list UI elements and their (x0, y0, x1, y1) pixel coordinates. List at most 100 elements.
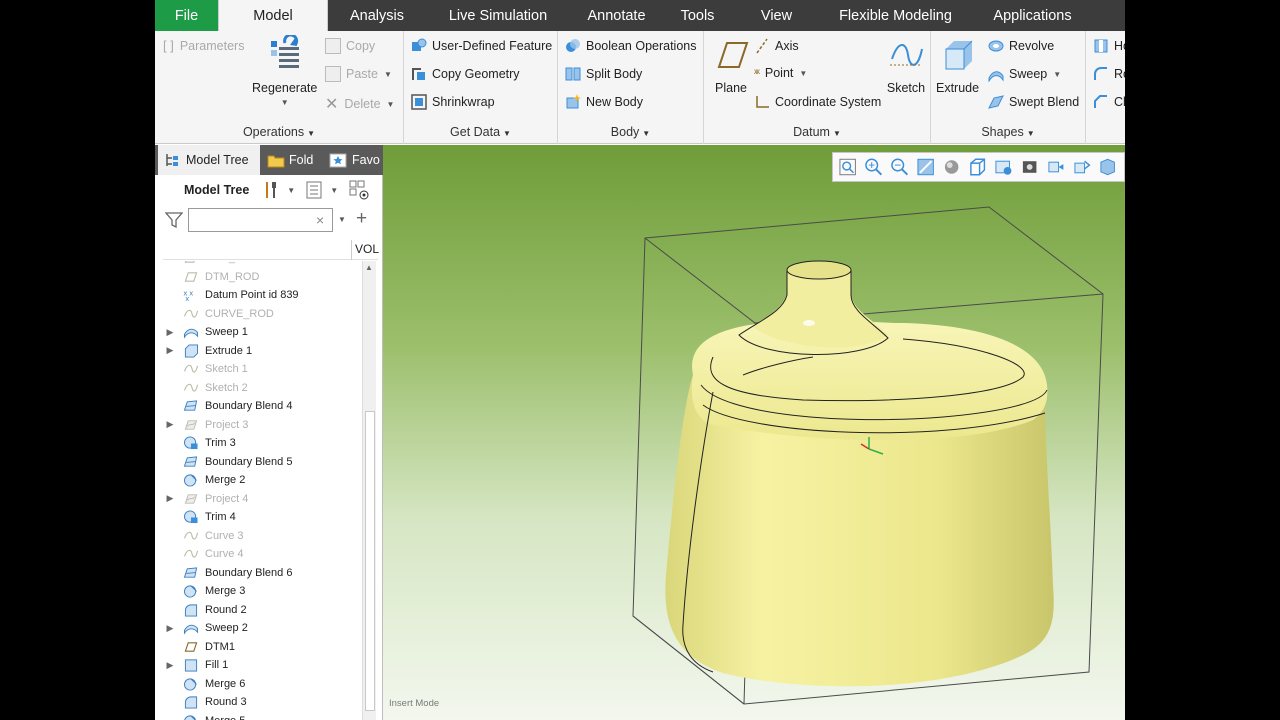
tree-search-input[interactable] (188, 208, 333, 232)
expand-arrow-icon[interactable]: ▶ (163, 623, 177, 634)
tree-item[interactable]: Trim 4 (163, 508, 351, 527)
column-vol-header[interactable]: VOL (355, 242, 379, 256)
sketch-button[interactable]: Sketch (886, 35, 926, 95)
tree-item[interactable]: Merge 3 (163, 582, 351, 601)
split-body-button[interactable]: Split Body (565, 66, 642, 82)
tree-item[interactable]: ▶ Fill 1 (163, 656, 351, 675)
clear-search-icon[interactable]: × (316, 212, 324, 228)
tab-analysis[interactable]: Analysis (328, 0, 426, 31)
repaint-icon[interactable] (916, 157, 935, 177)
zoom-out-icon[interactable] (890, 157, 909, 177)
copy-button[interactable]: Copy (325, 38, 375, 54)
show-columns-icon[interactable] (305, 180, 323, 200)
tab-model[interactable]: Model (218, 0, 328, 31)
body-group-label[interactable]: Body ▼ (558, 125, 703, 139)
shapes-group-label[interactable]: Shapes ▼ (931, 125, 1085, 139)
plane-button[interactable]: Plane (711, 35, 751, 95)
tree-item[interactable]: Boundary Blend 4 (163, 397, 351, 416)
axis-button[interactable]: Axis (754, 38, 799, 54)
operations-group-label[interactable]: Operations ▼ (155, 125, 403, 139)
sweep-button[interactable]: Sweep ▼ (988, 66, 1061, 82)
tree-item[interactable]: Boundary Blend 6 (163, 564, 351, 583)
expand-arrow-icon[interactable]: ▶ (163, 419, 177, 430)
graphics-viewport[interactable]: Insert Mode (383, 145, 1125, 720)
view-manager-icon[interactable] (994, 157, 1013, 177)
new-body-button[interactable]: New Body (565, 94, 643, 110)
datum-display-icon[interactable] (1072, 157, 1091, 177)
expand-arrow-icon[interactable]: ▶ (163, 493, 177, 504)
spin-center-icon[interactable] (1098, 157, 1117, 177)
tab-flexible-modeling[interactable]: Flexible Modeling (821, 0, 970, 31)
extrude-button[interactable]: Extrude (936, 35, 979, 95)
tab-live-simulation[interactable]: Live Simulation (426, 0, 570, 31)
tree-scrollbar[interactable]: ▲ (362, 261, 376, 720)
coordinate-system-button[interactable]: Coordinate System (754, 94, 881, 110)
column-separator[interactable] (351, 240, 352, 260)
datum-group-label[interactable]: Datum ▼ (704, 125, 930, 139)
tree-item[interactable]: ▶ Project 3 (163, 416, 351, 435)
tree-settings-dropdown-icon[interactable]: ▼ (287, 186, 295, 195)
tree-item[interactable]: x x x Datum Point id 839 (163, 286, 351, 305)
saved-orientations-icon[interactable] (968, 157, 987, 177)
tree-item[interactable]: ▶ Sweep 1 (163, 323, 351, 342)
shrinkwrap-button[interactable]: Shrinkwrap (411, 94, 495, 110)
revolve-button[interactable]: Revolve (988, 38, 1054, 54)
tree-item[interactable]: ▶ Sweep 2 (163, 619, 351, 638)
refit-icon[interactable] (838, 157, 857, 177)
tree-settings-icon[interactable] (261, 180, 281, 200)
tree-item[interactable]: Curve 3 (163, 527, 351, 546)
tree-item[interactable]: Curve 4 (163, 545, 351, 564)
tree-item[interactable]: Merge 5 (163, 712, 351, 720)
tab-file[interactable]: File (155, 0, 218, 31)
tree-item[interactable]: Sketch 2 (163, 379, 351, 398)
tab-folder-browser[interactable]: Fold (261, 145, 316, 175)
user-defined-feature-button[interactable]: User-Defined Feature (411, 38, 552, 54)
tree-item[interactable]: Round 3 (163, 693, 351, 712)
tab-model-tree[interactable]: Model Tree (158, 145, 260, 175)
tree-item[interactable]: ▶ Extrude 1 (163, 342, 351, 361)
tree-item[interactable]: ▶ Project 4 (163, 490, 351, 509)
add-filter-icon[interactable]: + (356, 208, 367, 230)
tree-item[interactable]: Trim 3 (163, 434, 351, 453)
display-style-icon[interactable] (942, 157, 961, 177)
tree-item[interactable]: DTM1 (163, 638, 351, 657)
tree-item[interactable]: Boundary Blend 5 (163, 453, 351, 472)
expand-arrow-icon[interactable]: ▶ (163, 327, 177, 338)
show-columns-dropdown-icon[interactable]: ▼ (330, 186, 338, 195)
tree-item[interactable]: DTM_ROD (163, 268, 351, 287)
search-options-dropdown-icon[interactable]: ▼ (338, 215, 346, 224)
tree-filter-view-icon[interactable] (348, 179, 370, 201)
tab-tools[interactable]: Tools (663, 0, 732, 31)
scroll-up-icon[interactable]: ▲ (365, 263, 373, 272)
tab-view[interactable]: View (732, 0, 821, 31)
hole-button[interactable]: Ho (1093, 38, 1125, 54)
parameters-button[interactable]: [ ] Parameters (163, 38, 244, 53)
regenerate-button[interactable]: Regenerate ▼ (252, 35, 317, 107)
get-data-group-label[interactable]: Get Data ▼ (404, 125, 557, 139)
copy-geometry-button[interactable]: Copy Geometry (411, 66, 520, 82)
paste-button[interactable]: Paste ▼ (325, 66, 392, 82)
tab-applications[interactable]: Applications (970, 0, 1095, 31)
delete-button[interactable]: ✕ Delete ▼ (325, 94, 394, 114)
perspective-view-icon[interactable] (1020, 157, 1039, 177)
tab-favorites[interactable]: Favo (323, 145, 381, 175)
tree-item[interactable]: Sketch 1 (163, 360, 351, 379)
tree-item[interactable]: CURVE_ROD (163, 305, 351, 324)
boolean-operations-button[interactable]: Boolean Operations (565, 38, 697, 54)
zoom-in-icon[interactable] (864, 157, 883, 177)
tree-item-label: Merge 3 (205, 585, 246, 598)
tree-item[interactable]: Merge 6 (163, 675, 351, 694)
filter-icon[interactable] (165, 211, 183, 229)
scrollbar-thumb[interactable] (365, 411, 375, 711)
tab-annotate[interactable]: Annotate (570, 0, 663, 31)
round-button[interactable]: Ro (1093, 66, 1125, 82)
chamfer-button[interactable]: Ch (1093, 94, 1125, 110)
swept-blend-button[interactable]: Swept Blend (988, 94, 1079, 110)
tree-item[interactable]: Round 2 (163, 601, 351, 620)
point-button[interactable]: ˣˣ Point ▼ (754, 66, 807, 80)
expand-arrow-icon[interactable]: ▶ (163, 345, 177, 356)
expand-arrow-icon[interactable]: ▶ (163, 660, 177, 671)
annotation-display-icon[interactable] (1046, 157, 1065, 177)
bottle-model[interactable] (383, 145, 1125, 720)
tree-item[interactable]: Merge 2 (163, 471, 351, 490)
